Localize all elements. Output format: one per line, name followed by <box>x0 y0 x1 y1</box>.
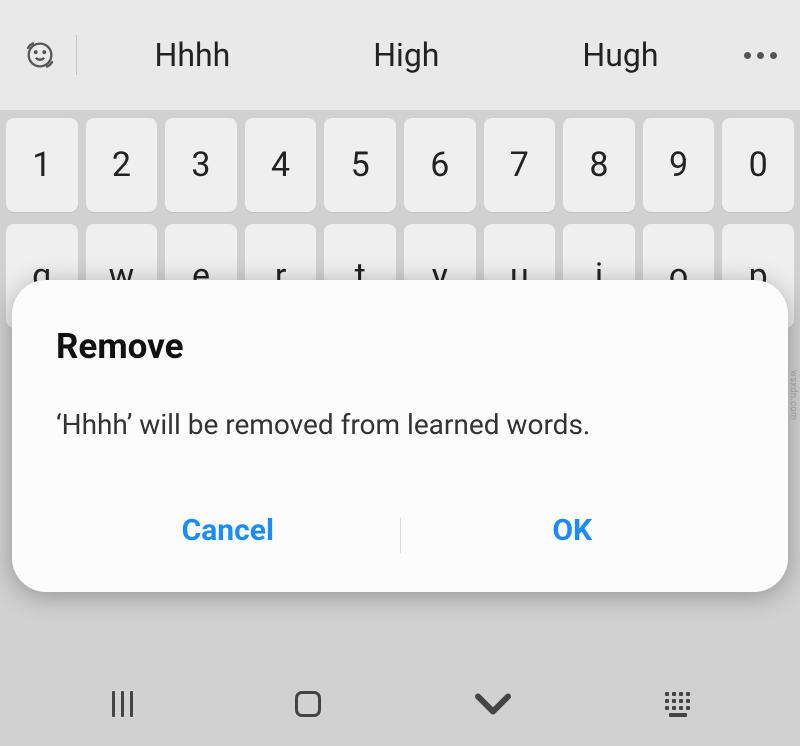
dialog-actions: Cancel OK <box>56 495 744 574</box>
key-3[interactable]: 3 <box>165 118 237 212</box>
home-button[interactable] <box>278 691 338 717</box>
keyboard-switch-icon[interactable] <box>648 692 708 717</box>
recent-apps-button[interactable] <box>93 691 153 717</box>
cancel-button[interactable]: Cancel <box>56 495 400 574</box>
navigation-bar <box>0 672 800 736</box>
back-button[interactable] <box>463 674 523 734</box>
key-9[interactable]: 9 <box>643 118 715 212</box>
dialog-message: ‘Hhhh’ will be removed from learned word… <box>56 407 744 443</box>
key-8[interactable]: 8 <box>563 118 635 212</box>
key-4[interactable]: 4 <box>245 118 317 212</box>
key-0[interactable]: 0 <box>722 118 794 212</box>
suggestion-item[interactable]: High <box>353 26 459 84</box>
keyboard-number-row: 1 2 3 4 5 6 7 8 9 0 <box>6 118 794 212</box>
more-icon[interactable] <box>730 52 790 59</box>
key-7[interactable]: 7 <box>484 118 556 212</box>
key-6[interactable]: 6 <box>404 118 476 212</box>
key-5[interactable]: 5 <box>324 118 396 212</box>
separator <box>76 35 77 75</box>
remove-dialog: Remove ‘Hhhh’ will be removed from learn… <box>12 280 788 592</box>
watermark: wsxdn.com <box>788 370 798 420</box>
emoji-toggle-icon[interactable] <box>10 38 70 72</box>
key-1[interactable]: 1 <box>6 118 78 212</box>
key-2[interactable]: 2 <box>86 118 158 212</box>
ok-button[interactable]: OK <box>401 495 745 574</box>
dialog-title: Remove <box>56 326 744 367</box>
suggestion-item[interactable]: Hhhh <box>135 26 251 84</box>
suggestion-bar: Hhhh High Hugh <box>0 0 800 110</box>
suggestion-item[interactable]: Hugh <box>562 26 678 84</box>
suggestion-list: Hhhh High Hugh <box>83 26 730 84</box>
